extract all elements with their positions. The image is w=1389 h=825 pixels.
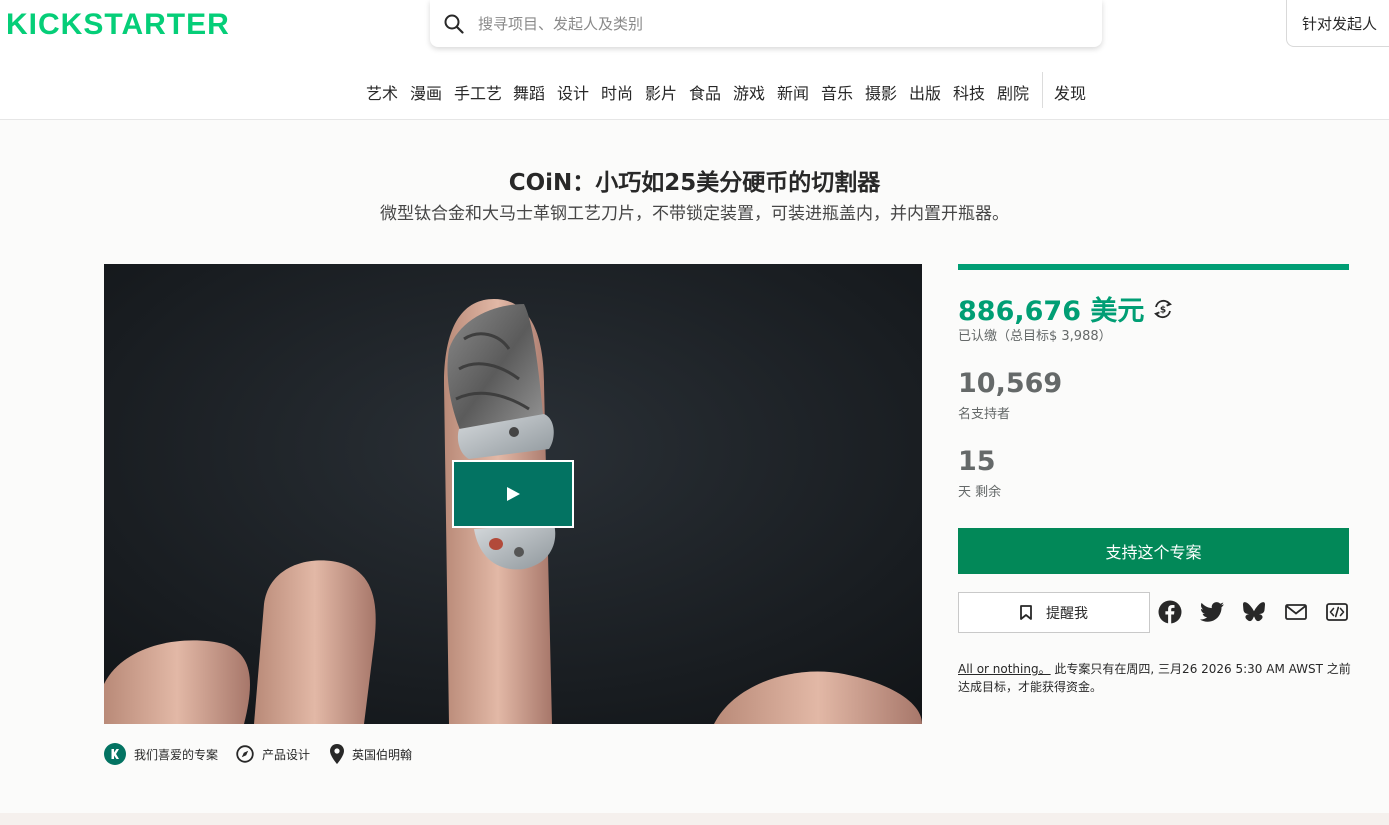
pledged-value: 886,676 美元 xyxy=(958,296,1145,327)
nav-item-technology[interactable]: 科技 xyxy=(953,80,985,104)
nav-item-discover[interactable]: 发现 xyxy=(1054,80,1086,104)
category-nav: 艺术 漫画 手工艺 舞蹈 设计 时尚 影片 食品 游戏 新闻 音乐 摄影 出版 … xyxy=(0,72,1389,108)
tag-label: 我们喜爱的专案 xyxy=(134,747,219,762)
bookmark-icon xyxy=(1020,605,1032,620)
search-bar[interactable] xyxy=(430,0,1102,47)
page-section-divider xyxy=(0,813,1389,825)
embed-icon[interactable] xyxy=(1325,600,1349,624)
funding-progress-bar xyxy=(958,264,1349,270)
project-video[interactable] xyxy=(104,264,922,724)
backers-count: 10,569 xyxy=(958,368,1063,399)
nav-item-art[interactable]: 艺术 xyxy=(366,80,398,104)
nav-item-fashion[interactable]: 时尚 xyxy=(601,80,633,104)
pledged-amount: 886,676 美元 $ xyxy=(958,289,1174,328)
for-creators-button[interactable]: 针对发起人 xyxy=(1286,0,1389,47)
back-project-button[interactable]: 支持这个专案 xyxy=(958,528,1349,574)
days-left-label: 天 剩余 xyxy=(958,485,1002,500)
days-left-count: 15 xyxy=(958,446,996,477)
kickstarter-logo[interactable]: KICKSTARTER xyxy=(6,6,248,44)
nav-item-publishing[interactable]: 出版 xyxy=(909,80,941,104)
nav-item-food[interactable]: 食品 xyxy=(689,80,721,104)
project-subtitle: 微型钛合金和大马士革钢工艺刀片，不带锁定装置，可装进瓶盖内，并内置开瓶器。 xyxy=(380,204,1009,224)
pledged-label: 已认缴（总目标$ 3,988） xyxy=(958,329,1112,344)
bluesky-icon[interactable] xyxy=(1242,600,1266,624)
compass-icon xyxy=(236,745,254,763)
funding-model-note: All or nothing。 此专案只有在周四, 三月26 2026 5:30… xyxy=(958,660,1358,696)
nav-item-photography[interactable]: 摄影 xyxy=(865,80,897,104)
twitter-icon[interactable] xyxy=(1200,600,1224,624)
search-icon xyxy=(444,14,464,34)
backers-label: 名支持者 xyxy=(958,407,1011,422)
tag-projects-we-love[interactable]: 我们喜爱的专案 xyxy=(104,741,218,767)
svg-text:$: $ xyxy=(1160,305,1166,315)
nav-item-film[interactable]: 影片 xyxy=(645,80,677,104)
nav-item-comics[interactable]: 漫画 xyxy=(410,80,442,104)
email-icon[interactable] xyxy=(1284,600,1308,624)
facebook-icon[interactable] xyxy=(1158,600,1182,624)
nav-item-journalism[interactable]: 新闻 xyxy=(777,80,809,104)
tag-location[interactable]: 英国伯明翰 xyxy=(330,741,412,767)
funding-progress-fill xyxy=(958,264,1349,270)
nav-item-crafts[interactable]: 手工艺 xyxy=(454,80,502,104)
project-title: COiN：小巧如25美分硬币的切割器 xyxy=(508,170,881,196)
search-input[interactable] xyxy=(478,14,1038,33)
remind-me-label: 提醒我 xyxy=(1046,605,1088,622)
all-or-nothing-link[interactable]: All or nothing。 xyxy=(958,662,1051,676)
tag-label: 英国伯明翰 xyxy=(352,747,413,762)
nav-item-music[interactable]: 音乐 xyxy=(821,80,853,104)
nav-item-dance[interactable]: 舞蹈 xyxy=(513,80,545,104)
nav-item-design[interactable]: 设计 xyxy=(557,80,589,104)
nav-item-theater[interactable]: 剧院 xyxy=(997,80,1029,104)
kickstarter-k-icon xyxy=(104,743,126,765)
tag-label: 产品设计 xyxy=(262,747,311,762)
location-pin-icon xyxy=(330,744,344,764)
play-icon xyxy=(507,487,520,501)
svg-text:KICKSTARTER: KICKSTARTER xyxy=(6,8,230,40)
nav-divider xyxy=(1042,72,1043,108)
currency-conversion-icon[interactable]: $ xyxy=(1152,298,1174,320)
tag-product-design[interactable]: 产品设计 xyxy=(236,741,310,767)
remind-me-button[interactable]: 提醒我 xyxy=(958,592,1150,633)
site-header: KICKSTARTER 针对发起人 艺术 漫画 手工艺 舞蹈 设计 时尚 影片 … xyxy=(0,0,1389,120)
play-video-button[interactable] xyxy=(452,460,574,528)
nav-item-games[interactable]: 游戏 xyxy=(733,80,765,104)
